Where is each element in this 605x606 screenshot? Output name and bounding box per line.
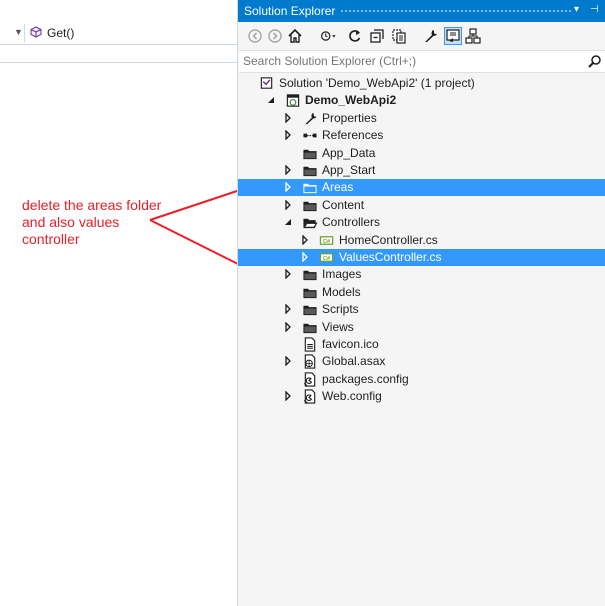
search-box [239,50,605,73]
config-file-icon [303,372,316,387]
tree-item-label: Content [322,198,365,212]
back-icon[interactable] [246,27,264,45]
tree-item[interactable]: Models [238,284,605,301]
show-all-files-icon[interactable] [390,27,408,45]
history-dropdown-icon[interactable] [320,27,338,45]
tree-item[interactable]: packages.config [238,371,605,388]
csharp-file-icon: C# [319,253,334,262]
svg-text:C#: C# [323,239,331,245]
forward-icon[interactable] [266,27,284,45]
tree-item[interactable]: Properties [238,110,605,127]
tree-item[interactable]: Demo_WebApi2 [238,92,605,109]
tree-item-label: References [322,128,384,142]
global-asax-icon [304,354,316,369]
tree-item-label: packages.config [322,372,409,386]
expanded-arrow-icon[interactable] [267,95,275,105]
tree-item[interactable]: Solution 'Demo_WebApi2' (1 project) [238,75,605,92]
title-grip [340,9,572,14]
tree-item-label: Controllers [322,215,381,229]
folder-icon [303,305,317,316]
folder-icon [303,149,317,160]
solution-explorer-toolbar [238,23,605,49]
tree-item[interactable]: Content [238,197,605,214]
tree-item[interactable]: C# HomeController.cs [238,232,605,249]
collapsed-arrow-icon[interactable] [284,165,292,175]
tree-item[interactable]: C# ValuesController.cs [238,249,605,266]
tree-item-label: Views [322,320,354,334]
collapsed-arrow-icon[interactable] [284,200,292,210]
auto-hide-pin-icon[interactable]: ⊣ [590,4,599,15]
properties-icon[interactable] [422,27,440,45]
collapsed-arrow-icon[interactable] [284,322,292,332]
class-view-icon[interactable] [464,27,482,45]
solution-explorer-panel: Solution Explorer ▾ ⊣ Search Solution Ex… [237,0,605,606]
tree-item-label: favicon.ico [322,337,379,351]
tree-item-label: Web.config [322,389,382,403]
tree-item[interactable]: Scripts [238,301,605,318]
expanded-arrow-icon[interactable] [284,217,292,227]
solution-explorer-title-bar: Solution Explorer ▾ ⊣ [238,0,605,22]
tree-item-label: Demo_WebApi2 [305,93,397,107]
tree-item[interactable]: Controllers [238,214,605,231]
collapsed-arrow-icon[interactable] [284,356,292,366]
tree-item-label: App_Data [322,146,376,160]
tree-item-label: Images [322,267,362,281]
tree-item-label: ValuesController.cs [339,250,442,264]
collapsed-arrow-icon[interactable] [284,113,292,123]
svg-text:C#: C# [323,256,331,262]
collapsed-arrow-icon[interactable] [284,269,292,279]
folder-icon [303,323,317,334]
arrow-to-areas [149,189,241,221]
wrench-icon [305,112,317,125]
tree-item[interactable]: App_Start [238,162,605,179]
preview-selected-items-icon[interactable] [444,27,462,45]
csharp-file-icon: C# [319,236,334,245]
tree-item-label: Solution 'Demo_WebApi2' (1 project) [279,76,475,90]
folder-icon [303,183,317,194]
arrow-to-values-controller [149,219,241,266]
folder-open-icon [303,218,318,229]
tree-item[interactable]: Web.config [238,388,605,405]
collapse-all-icon[interactable] [368,27,386,45]
tree-item[interactable]: Views [238,319,605,336]
folder-icon [303,201,317,212]
tree-item[interactable]: References [238,127,605,144]
config-file-icon [303,389,316,404]
refresh-icon[interactable] [346,27,364,45]
tree-item[interactable]: favicon.ico [238,336,605,353]
tree-item-label: App_Start [322,163,376,177]
tree-item[interactable]: App_Data [238,145,605,162]
tree-item-label: HomeController.cs [339,233,438,247]
collapsed-arrow-icon[interactable] [301,252,309,262]
solution-icon [260,77,273,89]
collapsed-arrow-icon[interactable] [284,304,292,314]
collapsed-arrow-icon[interactable] [301,235,309,245]
panel-title: Solution Explorer [244,4,336,18]
folder-icon [303,166,317,177]
collapsed-arrow-icon[interactable] [284,182,292,192]
tree-item-label: Scripts [322,302,359,316]
tree-item-label: Areas [322,180,354,194]
window-position-dropdown-icon[interactable]: ▾ [574,4,579,15]
collapsed-arrow-icon[interactable] [284,391,292,401]
tree-item[interactable]: Global.asax [238,353,605,370]
search-icon[interactable] [588,54,602,68]
tree-item[interactable]: Areas [238,179,605,196]
web-project-icon [286,94,300,107]
tree-item-label: Models [322,285,361,299]
tree-item[interactable]: Images [238,266,605,283]
tree-item-label: Properties [322,111,377,125]
home-icon[interactable] [286,27,304,45]
folder-icon [303,270,317,281]
collapsed-arrow-icon[interactable] [284,130,292,140]
search-input[interactable] [243,53,573,69]
ico-file-icon [304,337,316,352]
folder-icon [303,288,317,299]
tree-item-label: Global.asax [322,354,386,368]
references-icon [303,133,317,138]
